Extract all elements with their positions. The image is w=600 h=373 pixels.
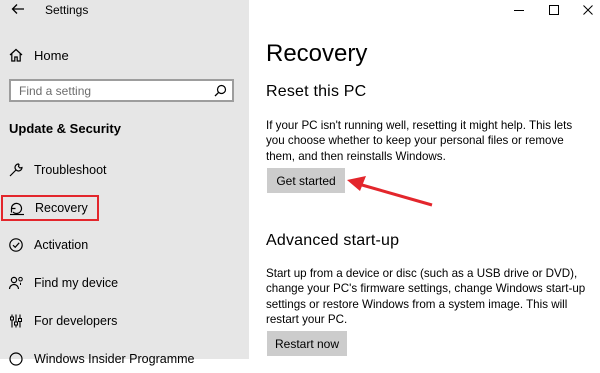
wrench-icon [9,163,23,177]
restart-now-button[interactable]: Restart now [267,331,347,356]
main-panel: Recovery Reset this PC If your PC isn't … [249,0,600,359]
sidebar-item-label: Find my device [34,276,119,290]
sidebar-item-for-developers[interactable]: For developers [0,307,249,335]
maximize-icon[interactable] [546,2,562,18]
sidebar-item-recovery[interactable]: Recovery [1,195,99,221]
sidebar-item-label: Recovery [35,201,88,215]
advanced-startup-heading: Advanced start-up [266,232,400,249]
minimize-icon[interactable] [511,2,527,18]
sidebar-item-windows-insider[interactable]: Windows Insider Programme [0,345,249,373]
sidebar-item-troubleshoot[interactable]: Troubleshoot [0,156,249,184]
app-title: Settings [45,3,89,17]
close-icon[interactable] [580,2,596,18]
developer-sliders-icon [10,314,22,328]
advanced-startup-description: Start up from a device or disc (such as … [266,267,586,326]
sidebar-item-activation[interactable]: Activation [0,231,249,259]
sidebar-item-label: For developers [34,314,118,328]
insider-icon [9,352,23,366]
back-arrow-icon[interactable] [11,2,25,16]
search-placeholder: Find a setting [19,84,92,98]
sidebar-item-find-my-device[interactable]: Find my device [0,269,249,297]
sidebar: Settings Home Find a setting Update & Se… [0,0,249,366]
person-location-icon [8,276,23,290]
section-title: Update & Security [9,121,121,136]
reset-description: If your PC isn't running well, resetting… [266,119,573,163]
sidebar-item-label: Activation [34,238,89,252]
sidebar-item-label: Windows Insider Programme [34,352,195,366]
home-nav-item[interactable]: Home [8,45,69,65]
get-started-button[interactable]: Get started [267,168,345,193]
search-icon [214,84,227,97]
search-input[interactable]: Find a setting [9,79,234,102]
check-circle-icon [9,238,23,252]
home-label: Home [34,47,69,63]
reset-heading: Reset this PC [266,83,367,100]
recovery-icon [10,202,24,216]
page-title: Recovery [266,40,368,67]
home-icon [9,48,23,62]
sidebar-item-label: Troubleshoot [34,163,107,177]
